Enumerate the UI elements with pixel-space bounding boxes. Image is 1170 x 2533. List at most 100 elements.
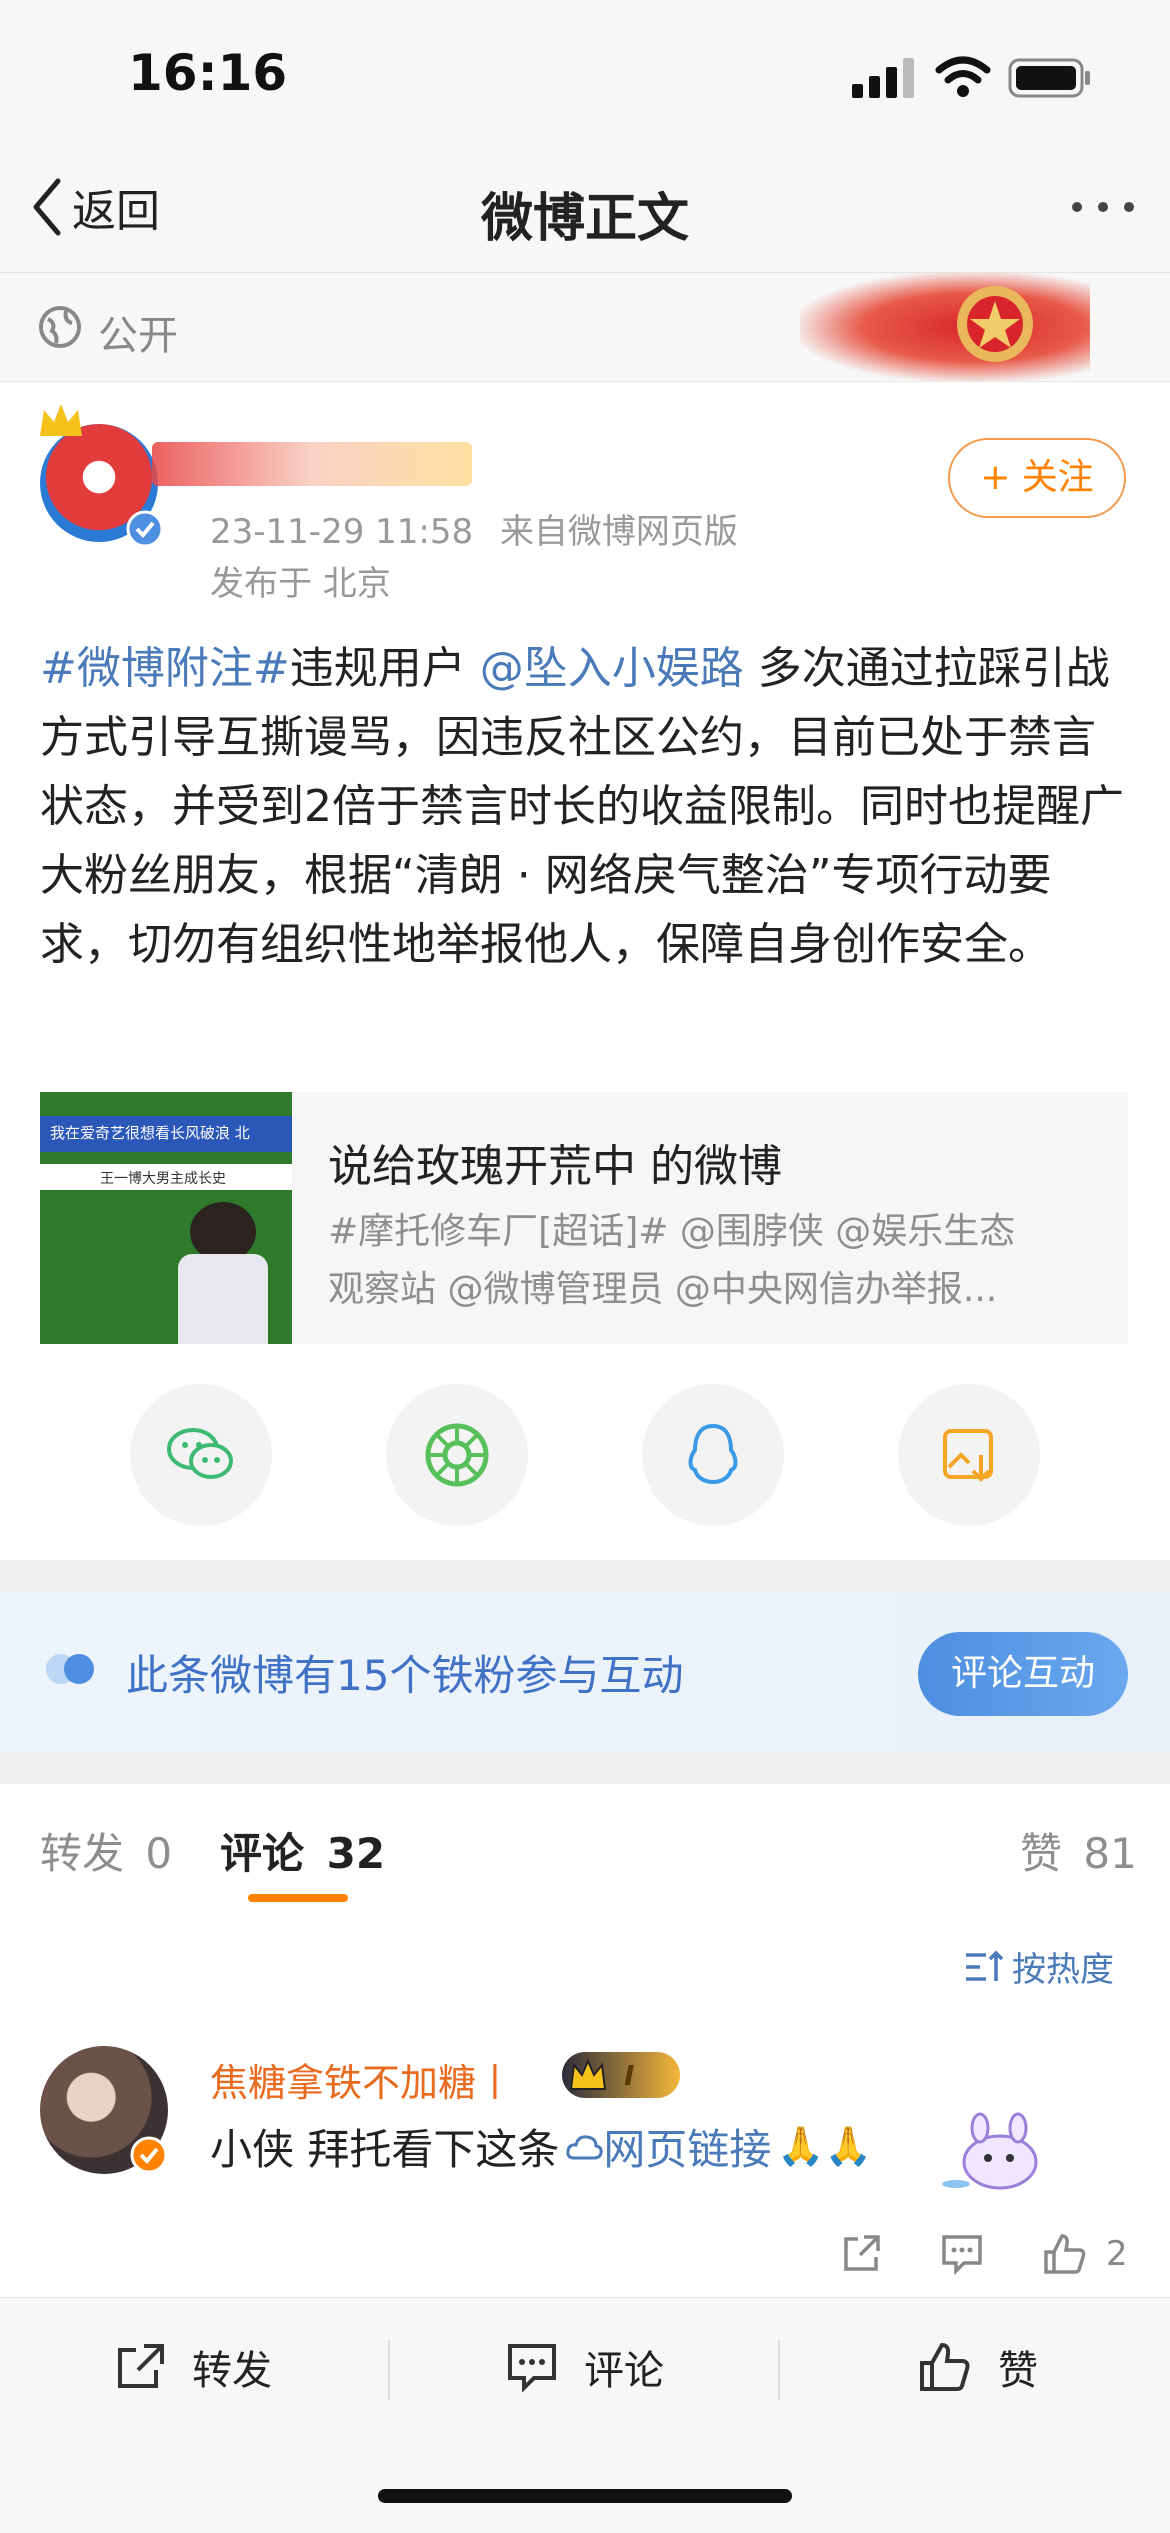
bottom-divider	[778, 2340, 780, 2400]
emblem-icon	[957, 286, 1033, 362]
follow-button[interactable]: + 关注	[948, 438, 1126, 518]
home-indicator[interactable]	[378, 2489, 792, 2503]
web-link[interactable]: 网页链接	[603, 2116, 771, 2177]
tab-active-indicator	[248, 1894, 348, 1902]
like-button[interactable]: 赞	[918, 2338, 1038, 2396]
comment-actions: 2	[840, 2232, 1128, 2276]
tab-comment-count: 32	[326, 1829, 386, 1878]
comment-interaction-button[interactable]: 评论互动	[918, 1632, 1128, 1716]
tab-comment-label: 评论	[220, 1829, 305, 1878]
person-body	[178, 1254, 268, 1344]
tab-like-label: 赞	[1020, 1829, 1063, 1878]
verified-icon	[126, 510, 164, 548]
tab-comment[interactable]: 评论 32	[220, 1820, 385, 1881]
more-menu-button[interactable]	[1072, 202, 1134, 212]
section-divider	[0, 1560, 1170, 1592]
nav-bar: 返回 微博正文	[0, 150, 1170, 273]
thumbnail-subbar-text: 王一博大男主成长史	[100, 1171, 226, 1187]
sort-label: 按热度	[1012, 1950, 1114, 1990]
visibility-label: 公开	[98, 313, 178, 359]
fan-level-badge: I	[562, 2052, 680, 2098]
post-timestamp: 23-11-29 11:58	[210, 512, 474, 552]
fans-interaction-banner: 此条微博有15个铁粉参与互动 评论互动	[0, 1592, 1170, 1752]
post-location: 发布于 北京	[210, 564, 391, 604]
repost-button[interactable]: 转发	[114, 2338, 272, 2396]
quoted-title: 说给玫瑰开荒中 的微博	[328, 1141, 782, 1192]
signal-icon	[852, 58, 918, 102]
section-divider	[0, 1752, 1170, 1784]
festival-decoration	[800, 273, 1090, 381]
thumbs-up-icon	[1044, 2234, 1086, 2274]
share-qq-button[interactable]	[642, 1384, 784, 1526]
visibility-bar: 公开	[0, 273, 1170, 382]
tab-repost-label: 转发	[40, 1829, 125, 1878]
tab-like[interactable]: 赞 81	[1020, 1820, 1137, 1881]
link-cloud-icon	[566, 2134, 603, 2159]
quoted-thumbnail: 我在爱奇艺很想看长风破浪 北 王一博大男主成长史	[40, 1092, 292, 1344]
save-image-icon	[943, 1429, 993, 1482]
status-bar: 16:16	[0, 0, 1170, 150]
bunny-sticker-icon	[942, 2112, 1038, 2190]
tab-repost[interactable]: 转发 0	[40, 1820, 172, 1881]
reply-comment-icon[interactable]	[940, 2233, 984, 2275]
thumbnail-banner-text: 我在爱奇艺很想看长风破浪 北	[50, 1124, 250, 1142]
comment-icon	[508, 2344, 556, 2392]
battery-icon	[1008, 58, 1092, 102]
quoted-post-card[interactable]: 我在爱奇艺很想看长风破浪 北 王一博大男主成长史 说给玫瑰开荒中 的微博 #摩托…	[40, 1092, 1128, 1344]
repost-comment-icon[interactable]	[840, 2233, 882, 2275]
sort-by-heat-button[interactable]: 按热度	[964, 1942, 1114, 1991]
share-moments-button[interactable]	[386, 1384, 528, 1526]
quoted-excerpt-line-1: #摩托修车厂[超话]# @围脖侠 @娱乐生态	[328, 1211, 1016, 1252]
fans-text: 此条微博有15个铁粉参与互动	[126, 1651, 684, 1700]
moments-icon	[425, 1423, 489, 1487]
thumbs-up-icon	[920, 2342, 970, 2391]
post-card: 23-11-29 11:58 来自微博网页版 发布于 北京 + 关注 #微博附注…	[0, 382, 1170, 1560]
author-name-redacted[interactable]	[152, 442, 472, 486]
commenter-name[interactable]: 焦糖拿铁不加糖丨	[210, 2052, 514, 2107]
comment-label: 评论	[584, 2348, 664, 2394]
sticker-decoration	[940, 2112, 1056, 2192]
post-source: 来自微博网页版	[499, 512, 738, 552]
mention-link[interactable]: @坠入小娱路	[480, 643, 744, 694]
pray-emoji-icon: 🙏🙏	[777, 2124, 873, 2168]
fans-icon	[46, 1652, 98, 1688]
repost-icon	[118, 2344, 164, 2388]
comment-like-button[interactable]: 2	[1042, 2232, 1128, 2276]
wechat-icon	[167, 1428, 233, 1479]
share-row	[130, 1384, 1040, 1526]
page-title: 微博正文	[480, 189, 689, 249]
comment-item: 焦糖拿铁不加糖丨 I 小侠 拜托看下这条 网页链接 🙏🙏 2	[0, 2042, 1170, 2292]
author-avatar[interactable]	[40, 404, 164, 548]
qq-icon	[688, 1423, 738, 1485]
post-text-part-1: 违规用户	[289, 643, 480, 694]
tab-like-count: 81	[1083, 1829, 1137, 1878]
dot-icon	[1072, 202, 1082, 212]
like-label: 赞	[998, 2348, 1038, 2394]
verified-orange-icon	[130, 2136, 168, 2174]
globe-icon	[38, 305, 82, 353]
crown-icon	[40, 404, 82, 436]
comment-like-count: 2	[1106, 2234, 1128, 2274]
status-time: 16:16	[128, 44, 288, 102]
dot-icon	[1124, 202, 1134, 212]
post-text: #微博附注#违规用户 @坠入小娱路 多次通过拉踩引战方式引导互撕谩骂，因违反社区…	[40, 634, 1130, 979]
crown-badge-icon	[569, 2058, 607, 2090]
fan-level-text: I	[624, 2058, 635, 2092]
interaction-tabs: 转发 0 评论 32 赞 81	[0, 1784, 1170, 1913]
wifi-icon	[935, 56, 991, 102]
hashtag-link[interactable]: #微博附注#	[40, 643, 290, 694]
quoted-excerpt-line-2: 观察站 @微博管理员 @中央网信办举报...	[328, 1269, 998, 1310]
sort-icon	[966, 1950, 1004, 1981]
save-image-button[interactable]	[898, 1384, 1040, 1526]
comment-button[interactable]: 评论	[506, 2338, 664, 2396]
tab-repost-count: 0	[145, 1829, 173, 1878]
comment-list: 按热度 焦糖拿铁不加糖丨 I 小侠 拜托看下这条 网页链接 🙏🙏 2	[0, 1912, 1170, 2297]
bottom-divider	[388, 2340, 390, 2400]
person-photo	[190, 1202, 256, 1262]
post-meta: 23-11-29 11:58 来自微博网页版	[210, 504, 738, 553]
repost-label: 转发	[192, 2348, 272, 2394]
comment-body: 小侠 拜托看下这条	[210, 2125, 560, 2174]
share-wechat-button[interactable]	[130, 1384, 272, 1526]
comment-text: 小侠 拜托看下这条 网页链接 🙏🙏	[210, 2116, 872, 2177]
commenter-avatar[interactable]	[40, 2046, 168, 2174]
